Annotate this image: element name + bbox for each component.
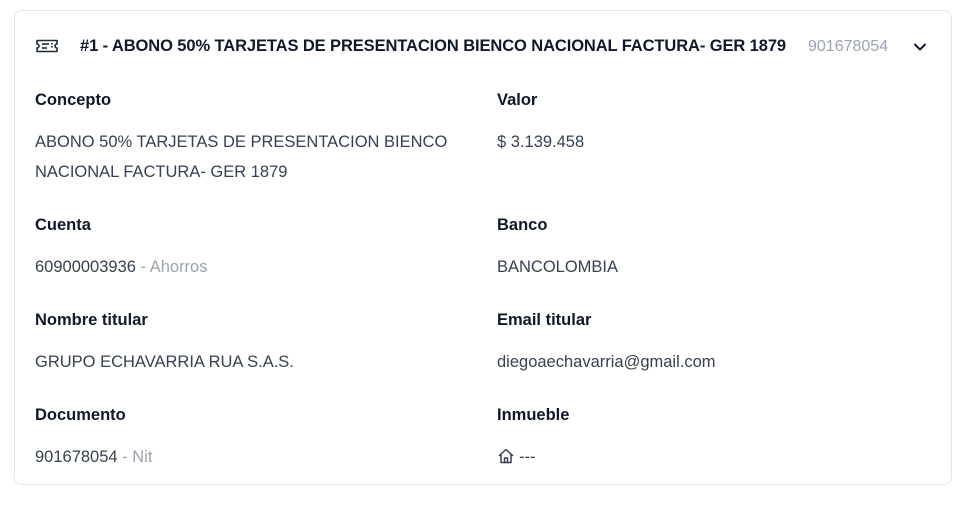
valor-value: $ 3.139.458 [497, 133, 585, 151]
documento-value: 901678054 - Nit [35, 442, 455, 472]
email-titular-label: Email titular [497, 311, 592, 329]
field-cuenta: Cuenta 60900003936 - Ahorros [35, 215, 455, 282]
inmueble-text: --- [519, 448, 536, 466]
chevron-down-icon[interactable] [912, 39, 928, 55]
home-icon [497, 445, 515, 464]
field-nombre-titular: Nombre titular GRUPO ECHAVARRIA RUA S.A.… [35, 310, 455, 377]
documento-number: 901678054 [35, 448, 118, 466]
payment-title: #1 - ABONO 50% TARJETAS DE PRESENTACION … [80, 37, 786, 55]
valor-label: Valor [497, 91, 538, 109]
inmueble-value: --- [497, 442, 917, 472]
field-documento: Documento 901678054 - Nit [35, 405, 455, 472]
nombre-titular-value: GRUPO ECHAVARRIA RUA S.A.S. [35, 353, 294, 371]
field-inmueble: Inmueble --- [497, 405, 917, 472]
header-document-number: 901678054 [808, 38, 889, 55]
banco-label: Banco [497, 216, 548, 234]
documento-type: - Nit [117, 448, 153, 466]
cuenta-type: - Ahorros [135, 258, 208, 276]
cuenta-number: 60900003936 [35, 258, 136, 276]
field-concepto: Concepto ABONO 50% TARJETAS DE PRESENTAC… [35, 90, 455, 187]
payment-card: #1 - ABONO 50% TARJETAS DE PRESENTACION … [14, 10, 952, 485]
cuenta-label: Cuenta [35, 216, 91, 234]
card-header[interactable]: #1 - ABONO 50% TARJETAS DE PRESENTACION … [15, 11, 951, 83]
field-email-titular: Email titular diegoaechavarria@gmail.com [497, 310, 917, 377]
field-valor: Valor $ 3.139.458 [497, 90, 917, 157]
email-titular-value: diegoaechavarria@gmail.com [497, 353, 716, 371]
concepto-value: ABONO 50% TARJETAS DE PRESENTACION BIENC… [35, 133, 448, 181]
documento-label: Documento [35, 406, 126, 424]
banco-value: BANCOLOMBIA [497, 258, 619, 276]
field-banco: Banco BANCOLOMBIA [497, 215, 917, 282]
cuenta-value: 60900003936 - Ahorros [35, 252, 455, 282]
inmueble-label: Inmueble [497, 406, 570, 424]
concepto-label: Concepto [35, 91, 112, 109]
nombre-titular-label: Nombre titular [35, 311, 148, 329]
ticket-icon [35, 36, 59, 56]
